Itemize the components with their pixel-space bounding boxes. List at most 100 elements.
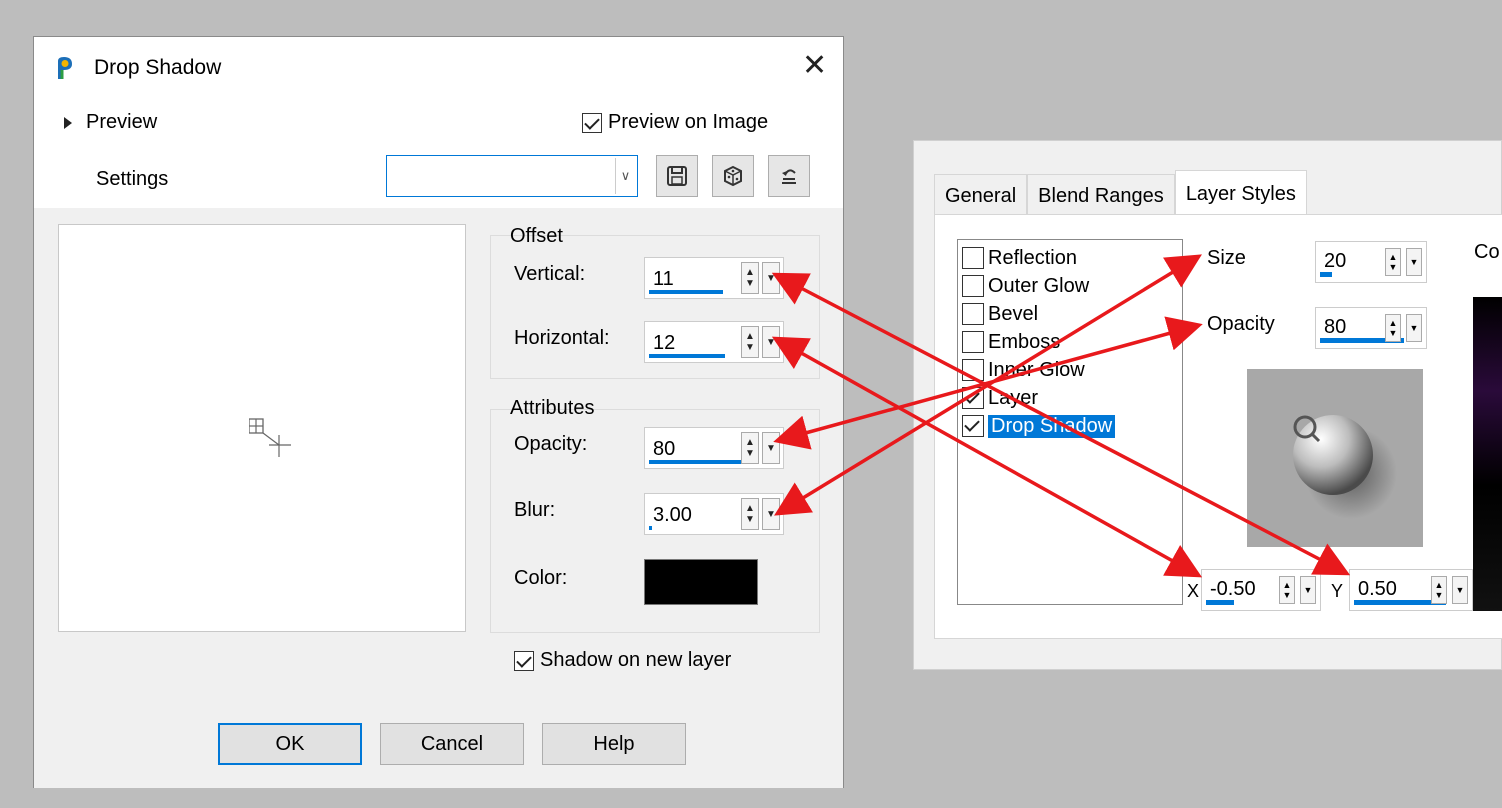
list-item-drop-shadow[interactable]: Drop Shadow xyxy=(962,412,1116,440)
x-label: X xyxy=(1187,581,1200,601)
horizontal-slider-bar[interactable] xyxy=(649,354,725,358)
checkbox-checked-icon[interactable] xyxy=(962,415,984,437)
vertical-slider-bar[interactable] xyxy=(649,290,723,294)
horizontal-label: Horizontal: xyxy=(514,327,610,349)
vertical-value[interactable]: 11 xyxy=(653,268,674,291)
checkbox-checked-icon xyxy=(582,112,602,133)
dropdown-arrow-icon[interactable]: ▼ xyxy=(1406,248,1422,276)
list-item-label: Inner Glow xyxy=(988,358,1085,381)
tab-blend-ranges[interactable]: Blend Ranges xyxy=(1027,174,1175,214)
dropdown-arrow-icon[interactable]: ▼ xyxy=(762,326,780,358)
list-item-layer[interactable]: Layer xyxy=(962,384,1038,412)
shadow-on-new-layer-checkbox[interactable]: Shadow on new layer xyxy=(514,649,731,672)
drop-shadow-dialog: Drop Shadow ✕ Preview Preview on Image S… xyxy=(33,36,844,788)
dropdown-arrow-icon[interactable]: ▼ xyxy=(1406,314,1422,342)
color-picker-strip[interactable] xyxy=(1473,297,1502,611)
spin-arrows-icon[interactable]: ▲ ▼ xyxy=(741,326,759,358)
checkbox-icon[interactable] xyxy=(962,275,984,297)
horizontal-spinbox[interactable]: 12 ▲ ▼ ▼ xyxy=(644,321,784,363)
spin-arrows-icon[interactable]: ▲ ▼ xyxy=(1385,314,1401,342)
list-item-bevel[interactable]: Bevel xyxy=(962,300,1038,328)
shadow-color-swatch[interactable] xyxy=(644,559,758,605)
list-item-reflection[interactable]: Reflection xyxy=(962,244,1077,272)
dropdown-arrow-icon[interactable]: ▼ xyxy=(762,432,780,464)
dropdown-arrow-icon[interactable]: ▼ xyxy=(762,498,780,530)
chevron-down-icon[interactable]: ∨ xyxy=(615,158,635,194)
x-slider-bar[interactable] xyxy=(1206,600,1234,605)
settings-dropdown[interactable]: ∨ xyxy=(386,155,638,197)
light-direction-preview[interactable] xyxy=(1247,369,1423,547)
dialog-title: Drop Shadow xyxy=(94,56,222,79)
layer-properties-panel: General Blend Ranges Layer Styles Reflec… xyxy=(913,140,1502,670)
preview-expander[interactable]: Preview xyxy=(64,111,157,134)
list-item-inner-glow[interactable]: Inner Glow xyxy=(962,356,1085,384)
blur-slider-bar[interactable] xyxy=(649,526,652,530)
tab-layer-styles[interactable]: Layer Styles xyxy=(1174,170,1307,214)
list-item-label: Drop Shadow xyxy=(988,414,1116,438)
opacity-label: Opacity: xyxy=(514,433,588,455)
checkbox-icon[interactable] xyxy=(962,331,984,353)
blur-spinbox[interactable]: 3.00 ▲ ▼ ▼ xyxy=(644,493,784,535)
spin-arrows-icon[interactable]: ▲ ▼ xyxy=(1431,576,1447,604)
color-label: Color: xyxy=(514,567,568,589)
y-label: Y xyxy=(1331,581,1344,601)
dice-icon xyxy=(724,165,742,187)
list-item-label: Emboss xyxy=(988,330,1061,353)
opacity-value[interactable]: 80 xyxy=(653,438,675,461)
tab-general[interactable]: General xyxy=(934,174,1028,214)
opacity-spinbox[interactable]: 80 ▲ ▼ ▼ xyxy=(644,427,784,469)
list-item-emboss[interactable]: Emboss xyxy=(962,328,1060,356)
size-value[interactable]: 20 xyxy=(1324,250,1346,273)
spin-arrows-icon[interactable]: ▲ ▼ xyxy=(741,498,759,530)
sphere-shadow-preview-icon xyxy=(1293,415,1397,519)
checkbox-checked-icon[interactable] xyxy=(962,387,984,409)
move-crosshair-icon[interactable] xyxy=(249,417,299,461)
size-slider-bar[interactable] xyxy=(1320,272,1332,277)
help-button[interactable]: Help xyxy=(542,723,686,765)
reset-default-icon xyxy=(782,169,796,184)
attributes-group-title: Attributes xyxy=(510,397,595,419)
size-label: Size xyxy=(1207,247,1246,269)
y-value[interactable]: 0.50 xyxy=(1358,578,1397,601)
ok-button[interactable]: OK xyxy=(218,723,362,765)
checkbox-icon[interactable] xyxy=(962,303,984,325)
vertical-spinbox[interactable]: 11 ▲ ▼ ▼ xyxy=(644,257,784,299)
floppy-disk-icon xyxy=(667,166,687,186)
list-item-label: Layer xyxy=(988,386,1039,409)
blur-label: Blur: xyxy=(514,499,556,521)
list-item-outer-glow[interactable]: Outer Glow xyxy=(962,272,1089,300)
list-item-label: Bevel xyxy=(988,302,1039,325)
x-spinbox[interactable]: -0.50 ▲ ▼ ▼ xyxy=(1201,569,1321,611)
list-item-label: Reflection xyxy=(988,246,1077,269)
style-opacity-label: Opacity xyxy=(1207,313,1275,335)
x-value[interactable]: -0.50 xyxy=(1210,578,1256,601)
app-icon xyxy=(58,57,72,79)
preview-image-area[interactable] xyxy=(58,224,466,632)
layer-style-list: Reflection Outer Glow Bevel Emboss Inner… xyxy=(957,239,1183,605)
preview-on-image-checkbox[interactable]: Preview on Image xyxy=(582,111,768,134)
dropdown-arrow-icon[interactable]: ▼ xyxy=(1452,576,1468,604)
dropdown-arrow-icon[interactable]: ▼ xyxy=(1300,576,1316,604)
spin-arrows-icon[interactable]: ▲ ▼ xyxy=(741,432,759,464)
spin-arrows-icon[interactable]: ▲ ▼ xyxy=(1279,576,1295,604)
blur-value[interactable]: 3.00 xyxy=(653,504,692,527)
checkbox-checked-icon xyxy=(514,650,534,671)
randomize-button[interactable] xyxy=(712,155,754,197)
horizontal-value[interactable]: 12 xyxy=(653,332,675,355)
reset-button[interactable] xyxy=(768,155,810,197)
cancel-button[interactable]: Cancel xyxy=(380,723,524,765)
style-opacity-spinbox[interactable]: 80 ▲ ▼ ▼ xyxy=(1315,307,1427,349)
style-opacity-value[interactable]: 80 xyxy=(1324,316,1346,339)
checkbox-icon[interactable] xyxy=(962,359,984,381)
close-icon[interactable]: ✕ xyxy=(802,51,827,81)
settings-label: Settings xyxy=(96,168,169,190)
checkbox-icon[interactable] xyxy=(962,247,984,269)
save-preset-button[interactable] xyxy=(656,155,698,197)
vertical-label: Vertical: xyxy=(514,263,586,285)
spin-arrows-icon[interactable]: ▲ ▼ xyxy=(741,262,759,294)
list-item-label: Outer Glow xyxy=(988,274,1090,297)
dropdown-arrow-icon[interactable]: ▼ xyxy=(762,262,780,294)
y-spinbox[interactable]: 0.50 ▲ ▼ ▼ xyxy=(1349,569,1473,611)
spin-arrows-icon[interactable]: ▲ ▼ xyxy=(1385,248,1401,276)
size-spinbox[interactable]: 20 ▲ ▼ ▼ xyxy=(1315,241,1427,283)
